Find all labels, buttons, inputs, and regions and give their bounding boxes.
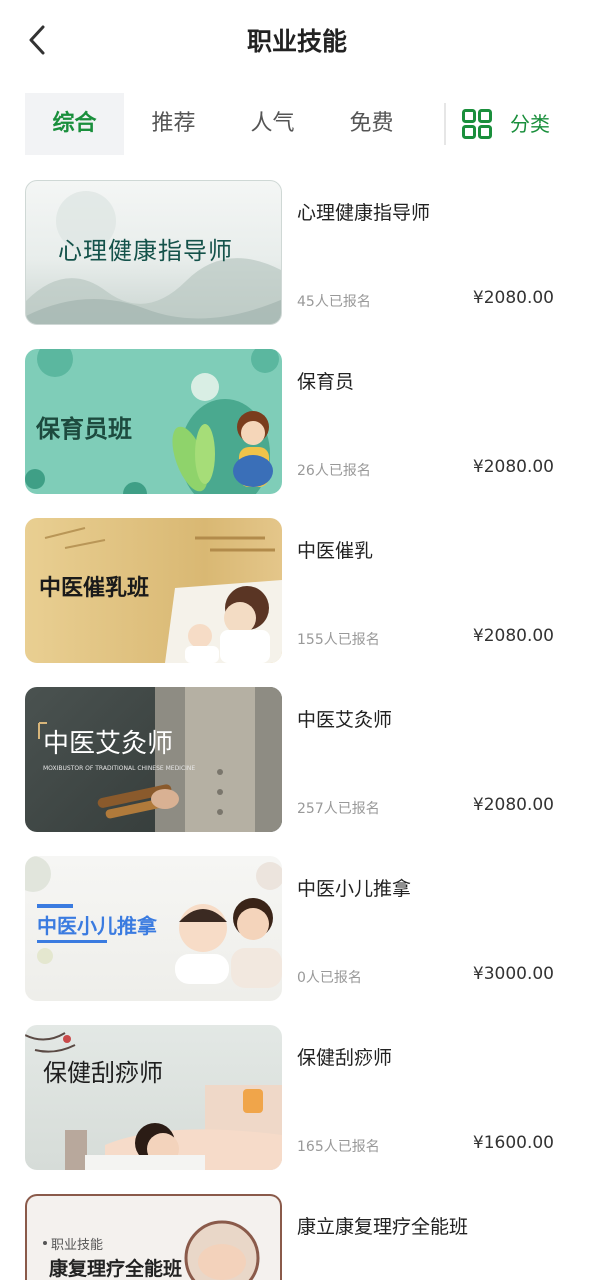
thumbnail-tag: 职业技能 xyxy=(51,1238,104,1253)
thumbnail-title: 保健刮痧师 xyxy=(43,1059,163,1087)
course-title: 保育员 xyxy=(297,371,355,393)
tab-recommended[interactable]: 推荐 xyxy=(124,93,223,155)
thumbnail-title: 保育员班 xyxy=(36,415,132,443)
course-item[interactable]: 心理健康指导师 心理健康指导师 45人已报名 ¥2080.00 xyxy=(0,180,594,325)
grid-icon xyxy=(462,109,492,139)
tab-free[interactable]: 免费 xyxy=(322,93,421,155)
course-price: ¥1600.00 xyxy=(472,1133,554,1153)
course-title: 心理健康指导师 xyxy=(297,202,431,224)
enrolled-count: 257人已报名 xyxy=(297,801,380,817)
category-label: 分类 xyxy=(510,112,550,136)
course-item[interactable]: 保健刮痧师 保健刮痧师 165人已报名 ¥1600.00 xyxy=(0,1025,594,1170)
thumbnail-title: 中医催乳班 xyxy=(39,576,150,601)
course-thumbnail: 心理健康指导师 xyxy=(25,180,282,325)
page-title: 职业技能 xyxy=(246,27,347,56)
course-title: 中医艾灸师 xyxy=(297,709,393,731)
course-item[interactable]: 保育员班 保育员 26人已报名 ¥2080.00 xyxy=(0,349,594,494)
enrolled-count: 0人已报名 xyxy=(297,970,362,986)
course-item[interactable]: 中医艾灸师 MOXIBUSTOR OF TRADITIONAL CHINESE … xyxy=(0,687,594,832)
course-title: 保健刮痧师 xyxy=(297,1047,393,1069)
course-price: ¥2080.00 xyxy=(472,795,554,815)
enrolled-count: 26人已报名 xyxy=(297,463,371,479)
course-title: 康立康复理疗全能班 xyxy=(297,1216,469,1238)
course-thumbnail: 保健刮痧师 xyxy=(25,1025,282,1170)
course-price: ¥2080.00 xyxy=(472,626,554,646)
enrolled-count: 165人已报名 xyxy=(297,1139,380,1155)
course-thumbnail: 中医小儿推拿 xyxy=(25,856,282,1001)
course-title: 中医催乳 xyxy=(297,540,374,562)
app-header: 职业技能 xyxy=(0,0,594,80)
thumbnail-title: 康复理疗全能班 xyxy=(49,1258,183,1280)
tab-comprehensive[interactable]: 综合 xyxy=(25,93,124,155)
course-title: 中医小儿推拿 xyxy=(297,878,412,900)
thumbnail-title: 心理健康指导师 xyxy=(58,237,233,265)
thumbnail-title: 中医艾灸师 xyxy=(43,729,174,759)
course-item[interactable]: 中医小儿推拿 中医小儿推拿 0人已报名 ¥3000.00 xyxy=(0,856,594,1001)
course-price: ¥2080.00 xyxy=(472,457,554,477)
course-price: ¥3000.00 xyxy=(472,964,554,984)
course-item[interactable]: 中医催乳班 中医催乳 155人已报名 ¥2080.00 xyxy=(0,518,594,663)
course-item[interactable]: 职业技能 康复理疗全能班 康立康复理疗全能班 xyxy=(0,1194,594,1280)
filter-tabs: 综合 推荐 人气 免费 分类 xyxy=(25,93,565,155)
thumbnail-subtitle: MOXIBUSTOR OF TRADITIONAL CHINESE MEDICI… xyxy=(43,765,196,772)
course-thumbnail: 职业技能 康复理疗全能班 xyxy=(25,1194,282,1280)
thumbnail-title: 中医小儿推拿 xyxy=(37,914,157,938)
course-thumbnail: 保育员班 xyxy=(25,349,282,494)
tab-divider xyxy=(444,103,446,145)
course-thumbnail: 中医艾灸师 MOXIBUSTOR OF TRADITIONAL CHINESE … xyxy=(25,687,282,832)
course-thumbnail: 中医催乳班 xyxy=(25,518,282,663)
course-price: ¥2080.00 xyxy=(472,288,554,308)
enrolled-count: 155人已报名 xyxy=(297,632,380,648)
tab-popular[interactable]: 人气 xyxy=(223,93,322,155)
category-button[interactable]: 分类 xyxy=(462,93,562,155)
enrolled-count: 45人已报名 xyxy=(297,294,371,310)
